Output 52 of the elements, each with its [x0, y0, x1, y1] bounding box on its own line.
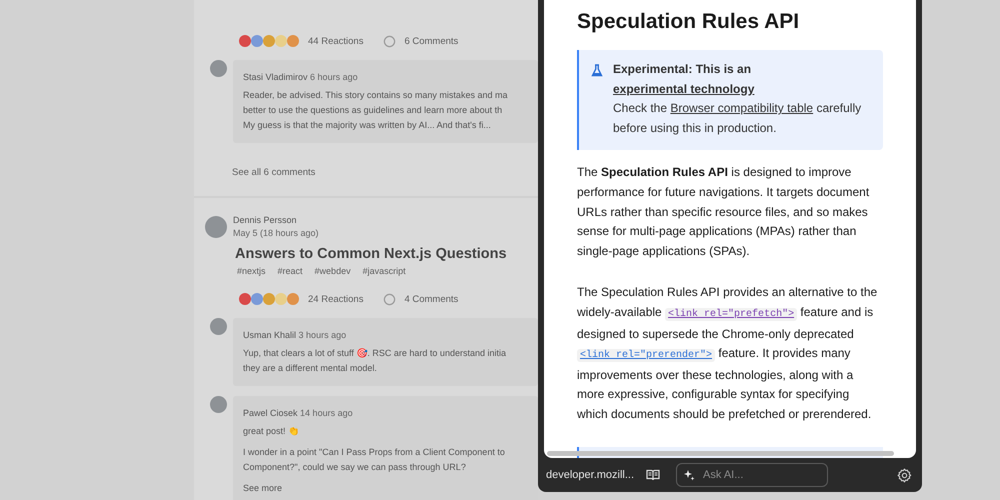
avatar — [210, 318, 227, 335]
post-title[interactable]: Answers to Common Next.js Questions — [235, 246, 507, 262]
comments-count[interactable]: 6 Comments — [404, 36, 458, 46]
code-link[interactable]: <link rel="prefetch"> — [665, 308, 798, 321]
comment-text: Component?", could we say we can pass through URL? — [243, 461, 467, 474]
ask-ai-field[interactable]: Ask AI... — [676, 463, 828, 487]
post-date: May 5 (18 hours ago) — [233, 227, 319, 240]
comment-text: I wonder in a point "Can I Pass Props from a Client Component to — [243, 446, 506, 459]
avatar — [210, 396, 227, 413]
callout-title: Experimental: This is an experimental technology — [613, 61, 756, 98]
book-icon[interactable] — [646, 469, 660, 481]
comment-text: Reader, be advised. This story contains so many mistakes and ma — [243, 89, 508, 102]
comment-time: 14 hours ago — [300, 408, 353, 418]
scrollbar[interactable] — [547, 451, 894, 456]
comment-text: My guess is that the majority was written by AI... And that's fi... — [243, 119, 492, 132]
comment-time: 6 hours ago — [310, 72, 358, 82]
paragraph: The Speculation Rules API is designed to improve performance for future navigations. It targets document URLs rather than specific resource files, and so makes sense for multi-page applications (MPAs) rather than single-page applications (SPAs). — [577, 164, 870, 260]
text-link[interactable]: experimental technology — [613, 82, 754, 96]
comment-icon — [383, 292, 396, 306]
flask-icon — [591, 64, 603, 77]
site-address: developer.mozill... — [546, 469, 634, 481]
sparkle-icon — [683, 469, 696, 481]
comment-text: they are a different mental model. — [243, 362, 378, 375]
callout-text: Check the Browser compatibility table carefully before using this in production. — [613, 100, 862, 137]
reaction-icons — [238, 34, 300, 48]
comment-time: 3 hours ago — [298, 330, 346, 340]
see-all-comments-link[interactable]: See all 6 comments — [232, 167, 316, 178]
see-more-link[interactable]: See more — [243, 481, 528, 496]
author-name[interactable]: Dennis Persson — [233, 214, 319, 227]
tag-link[interactable]: #javascript — [362, 266, 406, 276]
paragraph: The Speculation Rules API provides an alternative to the widely-available <link rel="prefetch"> feature and is designed to supersede the Chrome-only deprecated <link rel="prerender"> feature. It provides many improvements over these technologies, along with a more expressive, configurable syntax for specifying which documents should be prefetched or prerendered. — [577, 284, 878, 423]
comment-text: Yup, that clears a lot of stuff 🎯. RSC are hard to understand initia — [243, 347, 507, 360]
reaction-icons — [238, 292, 300, 306]
ask-ai-input[interactable]: Ask AI... — [703, 469, 804, 481]
tag-link[interactable]: #webdev — [314, 266, 351, 276]
text-link[interactable]: Browser compatibility table — [670, 101, 814, 116]
comment-author[interactable]: Pawel Ciosek — [243, 408, 298, 418]
reactions-count[interactable]: 24 Reactions — [308, 294, 364, 304]
tag-link[interactable]: #react — [278, 266, 303, 276]
comment-text: better to use the questions as guidelines and learn more about th — [243, 104, 504, 117]
avatar — [205, 216, 227, 238]
settings-icon[interactable] — [897, 468, 912, 482]
page-title: Speculation Rules API — [577, 9, 800, 35]
comment-icon — [383, 34, 396, 48]
code-link[interactable]: <link rel="prerender"> — [577, 349, 716, 362]
avatar — [210, 60, 227, 77]
comments-count[interactable]: 4 Comments — [404, 294, 458, 304]
comment-author[interactable]: Stasi Vladimirov — [243, 72, 308, 82]
comment-text: great post! 👏 — [243, 425, 300, 438]
reactions-count[interactable]: 44 Reactions — [308, 36, 364, 46]
comment-author[interactable]: Usman Khalil — [243, 330, 296, 340]
tag-link[interactable]: #nextjs — [237, 266, 266, 276]
